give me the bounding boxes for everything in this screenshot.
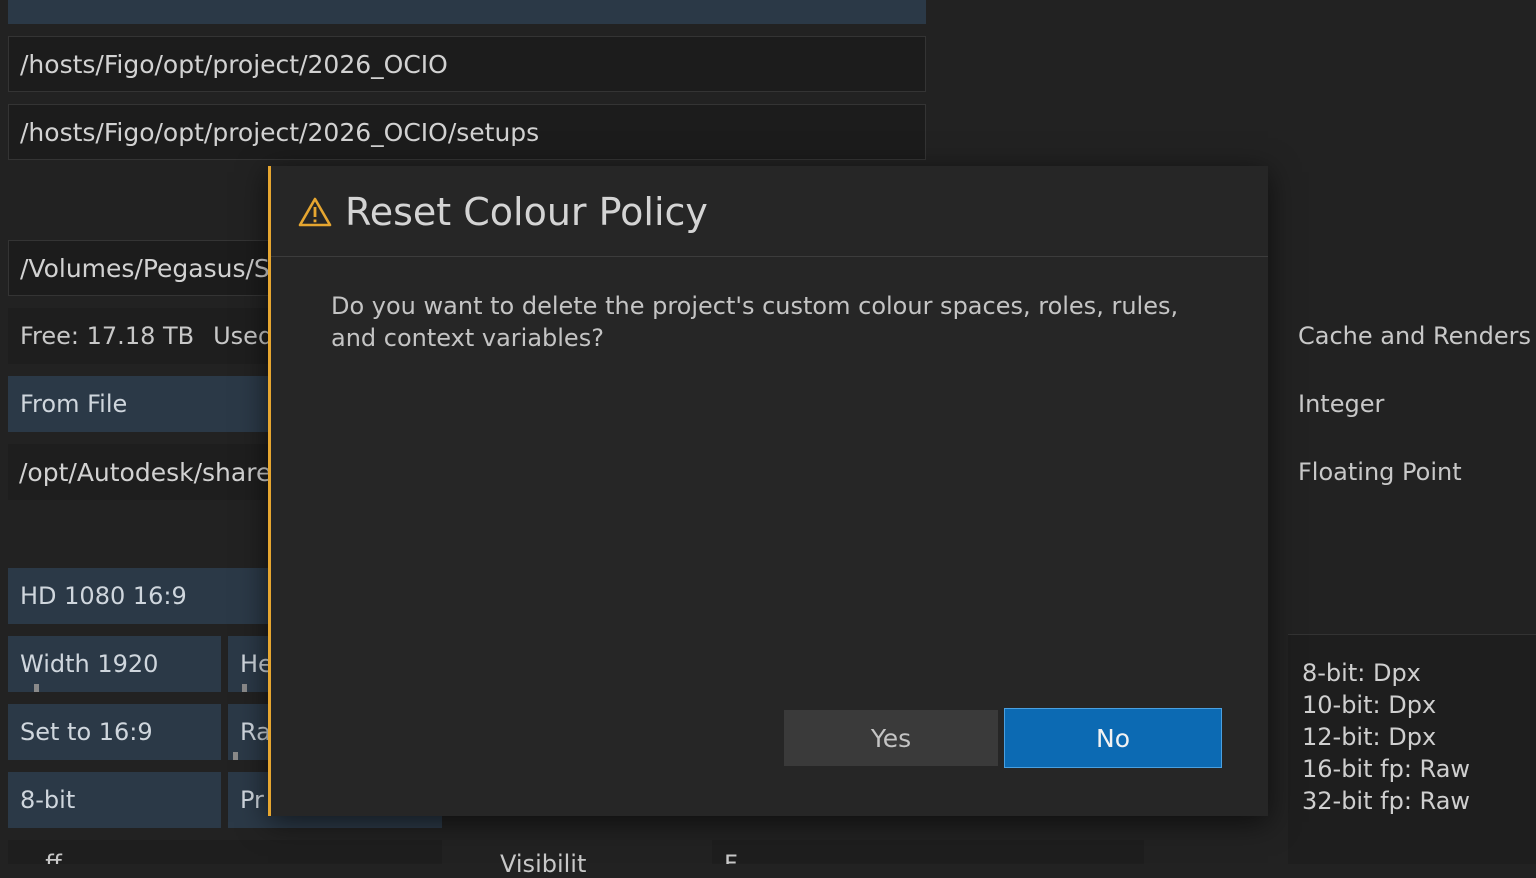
resolution-preset-dropdown[interactable]: HD 1080 16:9: [8, 568, 278, 624]
no-button[interactable]: No: [1004, 708, 1222, 768]
bit-depth-dropdown[interactable]: 8-bit: [8, 772, 221, 828]
top-bar: [8, 0, 926, 24]
visibility-label: Visibilit: [500, 850, 587, 878]
format-12bit: 12-bit: Dpx: [1302, 723, 1437, 751]
bottom-right-label: F: [724, 850, 738, 864]
format-16bit-fp: 16-bit fp: Raw: [1302, 755, 1471, 783]
height-slider-tick[interactable]: [242, 684, 247, 692]
media-path-field[interactable]: /Volumes/Pegasus/St: [8, 240, 278, 296]
ratio-label: Ra: [240, 718, 271, 746]
yes-button[interactable]: Yes: [784, 710, 998, 766]
integer-label: Integer: [1298, 390, 1385, 418]
storage-free: Free: 17.18 TB: [20, 322, 195, 350]
format-10bit: 10-bit: Dpx: [1302, 691, 1437, 719]
bottom-row-left[interactable]: ..ff: [8, 840, 442, 864]
reset-colour-policy-dialog: Reset Colour Policy Do you want to delet…: [268, 166, 1268, 816]
width-slider-tick[interactable]: [34, 684, 39, 692]
setups-path-field[interactable]: /hosts/Figo/opt/project/2026_OCIO/setups: [8, 104, 926, 160]
dialog-message: Do you want to delete the project's cust…: [331, 292, 1179, 352]
cache-renders-label: Cache and Renders: [1298, 322, 1531, 350]
format-32bit-fp: 32-bit fp: Raw: [1302, 787, 1471, 815]
dialog-title: Reset Colour Policy: [345, 190, 708, 234]
floating-point-label: Floating Point: [1298, 458, 1462, 486]
project-path-field[interactable]: /hosts/Figo/opt/project/2026_OCIO: [8, 36, 926, 92]
ratio-slider-tick[interactable]: [233, 752, 238, 760]
bottom-row-right[interactable]: F: [712, 840, 1144, 864]
width-label: Width 1920: [20, 650, 159, 678]
storage-info: Free: 17.18 TB Used:: [8, 308, 278, 364]
format-list-panel: 8-bit: Dpx 10-bit: Dpx 12-bit: Dpx 16-bi…: [1288, 634, 1536, 864]
ocio-config-path-field[interactable]: /opt/Autodesk/shared: [8, 444, 278, 500]
dialog-divider: [271, 256, 1268, 257]
width-field[interactable]: Width 1920: [8, 636, 221, 692]
warning-icon: [298, 197, 332, 227]
bottom-left-label: ..ff: [30, 850, 62, 864]
format-8bit: 8-bit: Dpx: [1302, 659, 1421, 687]
from-file-dropdown[interactable]: From File: [8, 376, 278, 432]
set-ratio-button[interactable]: Set to 16:9: [8, 704, 221, 760]
